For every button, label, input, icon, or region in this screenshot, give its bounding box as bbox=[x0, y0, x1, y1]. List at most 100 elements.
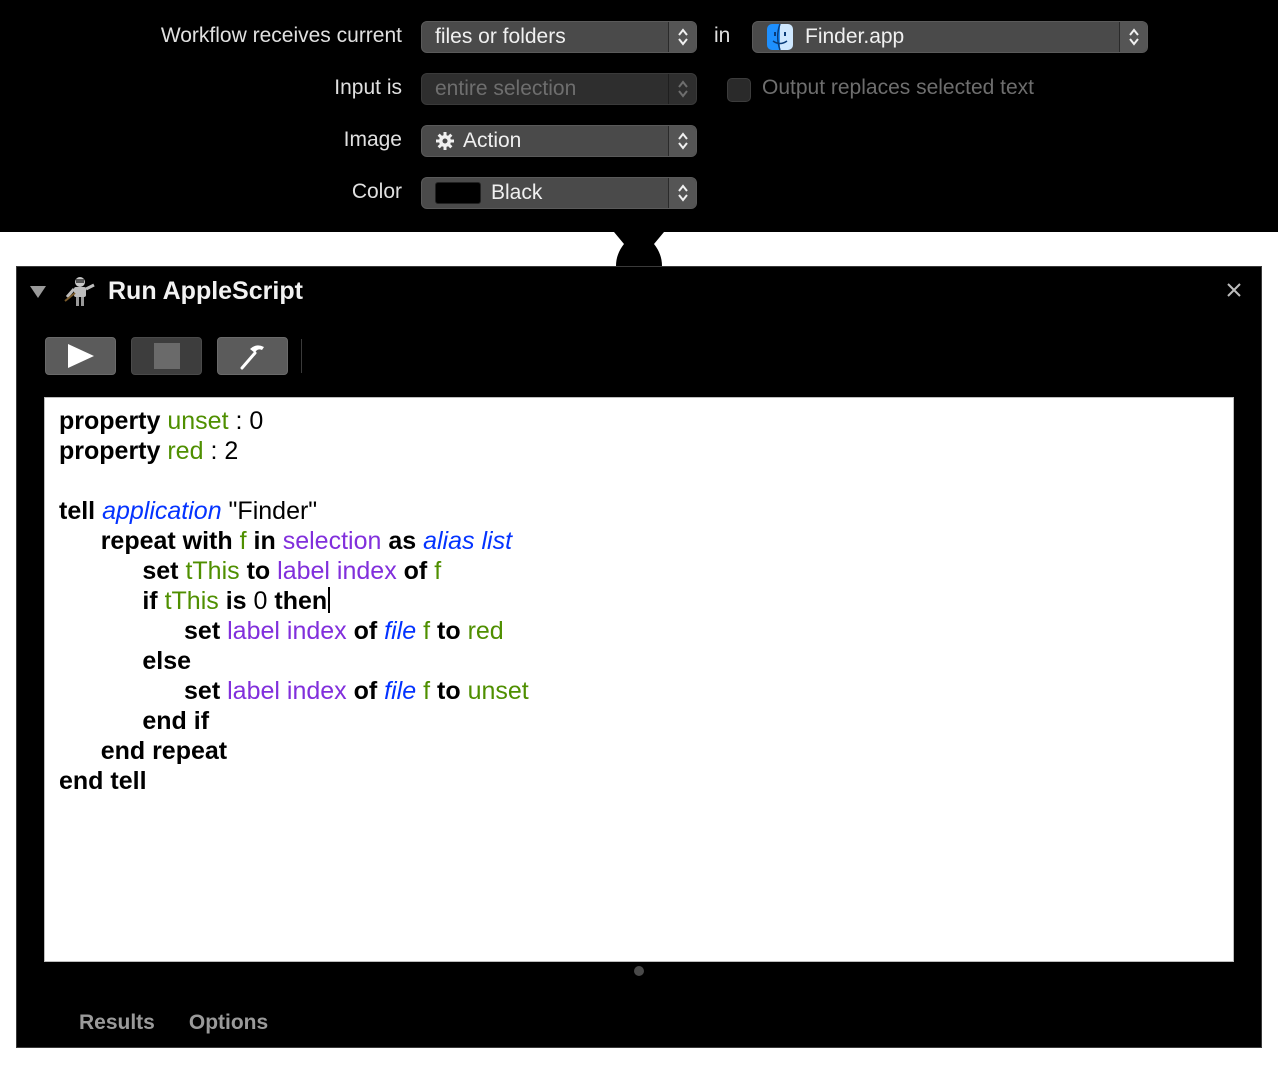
output-replaces-checkbox bbox=[727, 78, 751, 102]
action-title: Run AppleScript bbox=[108, 277, 303, 305]
script-token: application bbox=[102, 497, 222, 525]
input-label: Input is bbox=[334, 76, 402, 99]
script-token: to bbox=[437, 617, 461, 645]
script-token bbox=[347, 677, 354, 705]
script-line bbox=[59, 466, 1219, 496]
automator-robot-icon bbox=[63, 275, 97, 309]
script-token: tThis bbox=[164, 587, 219, 615]
script-token: end repeat bbox=[100, 737, 228, 765]
script-token: to bbox=[246, 557, 271, 585]
toolbar-separator bbox=[301, 339, 302, 373]
script-token bbox=[430, 677, 437, 705]
script-token bbox=[461, 677, 468, 705]
script-token: repeat with bbox=[100, 527, 233, 555]
script-token bbox=[240, 557, 247, 585]
script-line: tell application "Finder" bbox=[59, 496, 1219, 526]
script-token bbox=[59, 707, 142, 735]
script-token: end if bbox=[142, 707, 210, 735]
resize-handle[interactable] bbox=[634, 966, 644, 976]
script-token: unset bbox=[167, 407, 229, 435]
receives-value: files or folders bbox=[435, 25, 566, 48]
close-action-button[interactable] bbox=[1223, 279, 1245, 301]
image-popup[interactable]: Action bbox=[421, 125, 697, 157]
script-token: to bbox=[437, 677, 461, 705]
compile-button[interactable] bbox=[217, 337, 288, 375]
input-popup: entire selection bbox=[421, 73, 697, 105]
disclosure-triangle-icon[interactable] bbox=[29, 285, 47, 304]
script-token: file bbox=[384, 677, 417, 705]
input-value: entire selection bbox=[435, 77, 577, 100]
script-token: : 2 bbox=[203, 437, 239, 465]
script-token: as bbox=[388, 527, 417, 555]
tab-results[interactable]: Results bbox=[79, 1011, 155, 1035]
application-value: Finder.app bbox=[805, 25, 905, 48]
color-popup[interactable]: Black bbox=[421, 177, 697, 209]
stop-button[interactable] bbox=[131, 337, 202, 375]
script-toolbar bbox=[45, 337, 302, 375]
input-stepper-icon bbox=[668, 74, 696, 104]
color-swatch bbox=[435, 182, 481, 204]
run-applescript-action: Run AppleScript property unset : 0 proper… bbox=[16, 266, 1262, 1048]
script-token bbox=[397, 557, 404, 585]
script-token: set bbox=[142, 557, 179, 585]
close-icon bbox=[1227, 283, 1241, 297]
script-token: label index bbox=[277, 557, 397, 585]
script-token: if bbox=[142, 587, 158, 615]
receives-label: Workflow receives current bbox=[160, 24, 402, 47]
script-token: set bbox=[184, 677, 221, 705]
script-token: : 0 bbox=[228, 407, 264, 435]
script-token: alias list bbox=[423, 527, 513, 555]
script-token bbox=[59, 527, 101, 555]
script-token: of bbox=[353, 617, 378, 645]
script-line: end tell bbox=[59, 766, 1219, 796]
script-editor[interactable]: property unset : 0 property red : 2 tell a… bbox=[44, 397, 1234, 962]
script-token: unset bbox=[467, 677, 529, 705]
script-line: if tThis is 0 then bbox=[59, 586, 1219, 616]
script-token: else bbox=[142, 647, 192, 675]
receives-stepper-icon bbox=[668, 22, 696, 52]
script-token: red bbox=[467, 617, 504, 645]
image-label: Image bbox=[343, 128, 402, 151]
script-token: then bbox=[274, 587, 328, 615]
script-token: property bbox=[59, 437, 161, 465]
script-token: "Finder" bbox=[221, 497, 318, 525]
script-line: set tThis to label index of f bbox=[59, 556, 1219, 586]
script-line: end if bbox=[59, 706, 1219, 736]
script-token: red bbox=[167, 437, 204, 465]
script-token: of bbox=[353, 677, 378, 705]
script-line: property red : 2 bbox=[59, 436, 1219, 466]
image-stepper-icon bbox=[668, 126, 696, 156]
script-line: end repeat bbox=[59, 736, 1219, 766]
script-token bbox=[59, 557, 142, 585]
script-token: file bbox=[384, 617, 417, 645]
script-token: f bbox=[239, 527, 247, 555]
color-value: Black bbox=[491, 181, 543, 204]
in-label: in bbox=[714, 24, 731, 47]
script-token bbox=[59, 587, 142, 615]
script-token: 0 bbox=[246, 587, 275, 615]
script-token bbox=[59, 617, 184, 645]
gear-icon bbox=[435, 131, 455, 151]
application-popup[interactable]: Finder.app bbox=[752, 21, 1148, 53]
script-token: end tell bbox=[59, 767, 147, 795]
color-label: Color bbox=[351, 180, 402, 203]
image-value: Action bbox=[463, 129, 522, 152]
script-token bbox=[59, 737, 101, 765]
run-button[interactable] bbox=[45, 337, 116, 375]
script-line: else bbox=[59, 646, 1219, 676]
finder-icon bbox=[767, 24, 793, 50]
script-token: in bbox=[253, 527, 276, 555]
script-token bbox=[219, 587, 226, 615]
script-token bbox=[59, 647, 142, 675]
script-token bbox=[247, 527, 254, 555]
tab-options[interactable]: Options bbox=[189, 1011, 268, 1035]
color-stepper-icon bbox=[668, 178, 696, 208]
play-icon bbox=[67, 344, 94, 368]
output-replaces-label: Output replaces selected text bbox=[762, 76, 1034, 99]
script-token: f bbox=[423, 677, 431, 705]
script-token bbox=[347, 617, 354, 645]
receives-popup[interactable]: files or folders bbox=[421, 21, 697, 53]
script-token: label index bbox=[227, 677, 347, 705]
workflow-header: Workflow receives current files or folde… bbox=[0, 0, 1278, 232]
script-token: is bbox=[225, 587, 247, 615]
